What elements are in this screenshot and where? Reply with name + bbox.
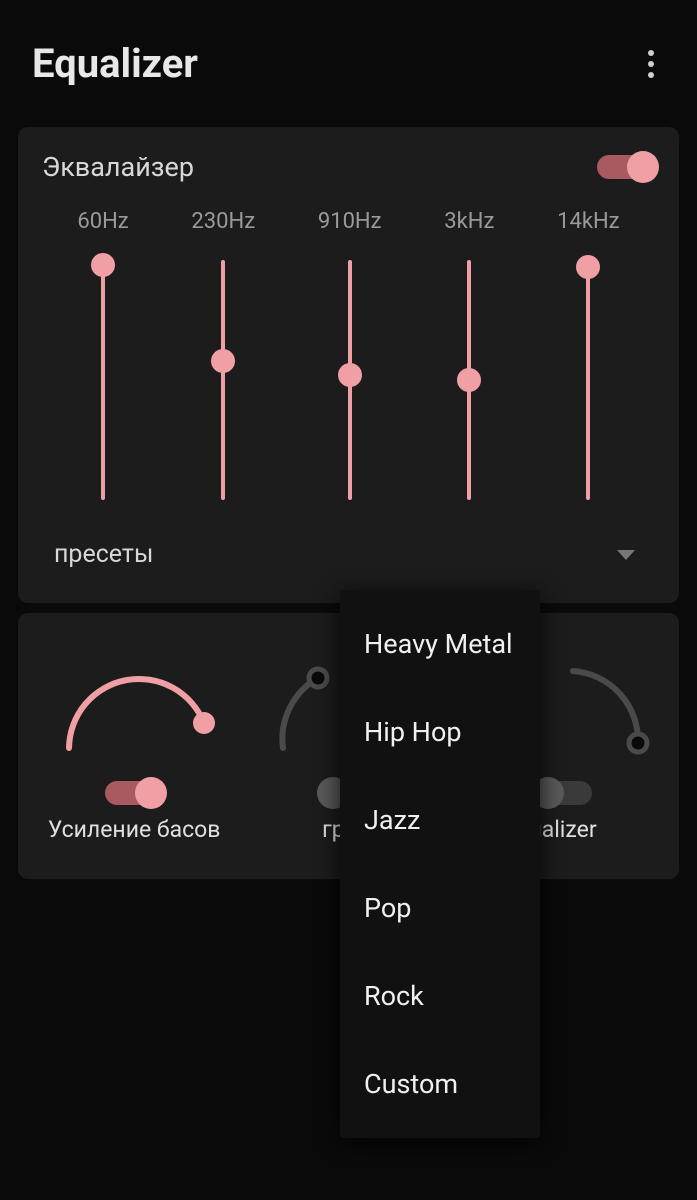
virtualizer-toggle[interactable] bbox=[534, 781, 592, 805]
eq-slider[interactable] bbox=[101, 260, 105, 500]
eq-band-2: 910Hz bbox=[318, 209, 382, 500]
eq-band-1: 230Hz bbox=[191, 209, 255, 500]
preset-row: пресеты bbox=[42, 540, 655, 569]
eq-slider[interactable] bbox=[348, 260, 352, 500]
bass-boost-label: Усиление басов bbox=[48, 815, 221, 845]
preset-menu-item[interactable]: Rock bbox=[340, 952, 540, 1040]
eq-band-label: 3kHz bbox=[444, 209, 494, 234]
preset-label: пресеты bbox=[54, 540, 153, 569]
eq-bands: 60Hz 230Hz 910Hz 3kHz 14kHz bbox=[42, 209, 655, 500]
eq-band-label: 910Hz bbox=[318, 209, 382, 234]
preset-menu-item[interactable]: Heavy Metal bbox=[340, 600, 540, 688]
equalizer-card-title: Эквалайзер bbox=[42, 151, 194, 183]
bass-boost-knob[interactable]: Усиление басов bbox=[36, 643, 232, 845]
eq-band-label: 230Hz bbox=[191, 209, 255, 234]
preset-menu-item[interactable]: Custom bbox=[340, 1040, 540, 1128]
eq-slider-thumb[interactable] bbox=[457, 368, 481, 392]
bass-boost-toggle[interactable] bbox=[105, 781, 163, 805]
eq-slider-thumb[interactable] bbox=[576, 255, 600, 279]
eq-band-4: 14kHz bbox=[557, 209, 620, 500]
chevron-down-icon[interactable] bbox=[617, 550, 635, 560]
page-title: Equalizer bbox=[32, 40, 198, 87]
eq-slider-thumb[interactable] bbox=[338, 363, 362, 387]
eq-band-label: 60Hz bbox=[77, 209, 128, 234]
eq-slider[interactable] bbox=[467, 260, 471, 500]
eq-slider[interactable] bbox=[586, 260, 590, 500]
eq-band-0: 60Hz bbox=[77, 209, 128, 500]
preset-menu-item[interactable]: Hip Hop bbox=[340, 688, 540, 776]
eq-band-3: 3kHz bbox=[444, 209, 494, 500]
eq-slider[interactable] bbox=[221, 260, 225, 500]
preset-menu-item[interactable]: Pop bbox=[340, 864, 540, 952]
preset-menu-item[interactable]: Jazz bbox=[340, 776, 540, 864]
app-header: Equalizer bbox=[0, 0, 697, 117]
equalizer-toggle[interactable] bbox=[597, 155, 655, 179]
more-vertical-icon[interactable] bbox=[637, 50, 665, 78]
equalizer-card: Эквалайзер 60Hz 230Hz 910Hz 3kHz 14kHz пресе… bbox=[18, 127, 679, 603]
eq-slider-thumb[interactable] bbox=[211, 349, 235, 373]
eq-band-label: 14kHz bbox=[557, 209, 620, 234]
preset-dropdown-menu: Heavy MetalHip HopJazzPopRockCustom bbox=[340, 590, 540, 1138]
eq-slider-thumb[interactable] bbox=[91, 253, 115, 277]
